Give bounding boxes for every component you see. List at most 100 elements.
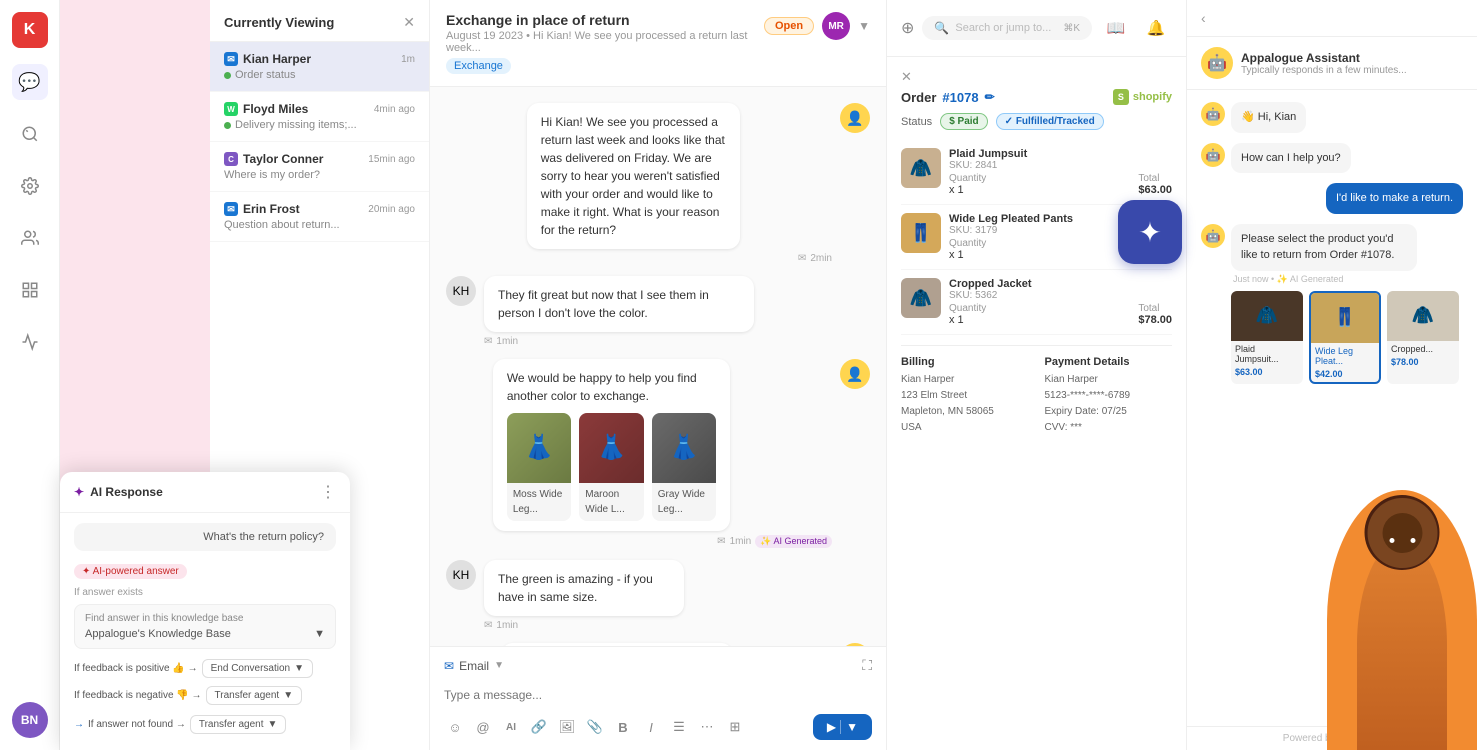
ai-write-icon[interactable]: AI [500, 716, 522, 738]
message-3: We would be happy to help you find anoth… [446, 359, 870, 548]
user-avatar[interactable]: BN [12, 702, 48, 738]
sidebar-item-settings[interactable] [12, 168, 48, 204]
conv-panel-title: Currently Viewing [224, 15, 334, 30]
back-icon[interactable]: ‹ [1201, 10, 1206, 26]
chat-messages-area: Hi Kian! We see you processed a return l… [430, 87, 886, 646]
open-status-badge: Open [764, 17, 814, 35]
app-container: K 💬 BN [0, 0, 1477, 750]
ai-bubble-select: Please select the product you'd like to … [1231, 224, 1417, 271]
conv-name-taylor: C Taylor Conner [224, 152, 323, 166]
platform-email-icon: ✉ [224, 52, 238, 66]
ai-product-pants[interactable]: 👖 Wide Leg Pleat... $42.00 [1309, 291, 1381, 384]
conv-time-kian: 1m [401, 54, 415, 65]
bold-icon[interactable]: B [612, 716, 634, 738]
not-found-action-select[interactable]: Transfer agent ▼ [190, 715, 287, 734]
positive-action-select[interactable]: End Conversation ▼ [202, 659, 313, 678]
platform-email-icon-erin: ✉ [224, 202, 238, 216]
bell-icon[interactable]: 🔔 [1140, 12, 1172, 44]
link-icon[interactable]: 🔗 [528, 716, 550, 738]
product-cards: 👗 Moss Wide Leg... 👗 Maroon Wide L... 👗 … [507, 413, 716, 521]
chat-subtitle: August 19 2023 • Hi Kian! We see you pro… [446, 30, 764, 54]
image-icon[interactable]: 🖼 [556, 716, 578, 738]
order-number[interactable]: #1078 [942, 90, 978, 105]
app-logo[interactable]: K [12, 12, 48, 48]
close-order-icon[interactable]: ✕ [901, 69, 912, 85]
conv-time-floyd: 4min ago [374, 104, 415, 115]
emoji-icon[interactable]: ☺ [444, 716, 466, 738]
search-bar[interactable]: 🔍 Search or jump to... ⌘K [922, 16, 1092, 40]
product-card-maroon[interactable]: 👗 Maroon Wide L... [579, 413, 643, 521]
ai-assistant-info: Appalogue Assistant Typically responds i… [1241, 51, 1407, 76]
msg-time-1: ✉ 2min [527, 253, 832, 264]
order-header-row: Order #1078 ✏ S shopify [901, 89, 1172, 105]
more-icon[interactable]: ⋯ [696, 716, 718, 738]
billing-col: Billing Kian Harper 123 Elm Street Maple… [901, 356, 1029, 436]
conv-item-floyd[interactable]: W Floyd Miles 4min ago Delivery missing … [210, 92, 429, 142]
mention-icon[interactable]: @ [472, 716, 494, 738]
ai-msg-user-return: I'd like to make a return. [1201, 183, 1463, 214]
sidebar-item-grid[interactable] [12, 272, 48, 308]
message-input[interactable] [444, 682, 872, 708]
channel-bar: ✉ Email ▼ ⛶ [444, 657, 872, 674]
add-icon[interactable]: ⊕ [901, 18, 914, 38]
sidebar-item-users[interactable] [12, 220, 48, 256]
ai-msg-select-product: 🤖 Please select the product you'd like t… [1201, 224, 1463, 384]
attachment-icon[interactable]: 📎 [584, 716, 606, 738]
italic-icon[interactable]: I [640, 716, 662, 738]
top-nav-icons: 📖 🔔 [1100, 12, 1172, 44]
expand-icon[interactable]: ▼ [858, 19, 870, 33]
agent-avatar-3: 👤 [840, 359, 870, 389]
fulfilled-badge: ✓ Fulfilled/Tracked [996, 113, 1104, 130]
payment-col: Payment Details Kian Harper 5123-****-**… [1045, 356, 1173, 436]
more-options-icon[interactable]: ⋮ [320, 482, 336, 502]
conv-item-erin[interactable]: ✉ Erin Frost 20min ago Question about re… [210, 192, 429, 242]
ai-bubble-help: How can I help you? [1231, 143, 1351, 174]
list-icon[interactable]: ☰ [668, 716, 690, 738]
sparkle-button[interactable]: ✦ [1118, 200, 1182, 264]
ai-sparkle-icon: ✦ [74, 485, 84, 499]
channel-selector[interactable]: ✉ Email ▼ [444, 659, 504, 673]
sidebar-item-config[interactable] [12, 324, 48, 360]
sidebar-item-chat[interactable]: 💬 [12, 64, 48, 100]
chat-toolbar: ☺ @ AI 🔗 🖼 📎 B I ☰ ⋯ ⊞ ▶ ▼ [444, 714, 872, 740]
chat-tag: Exchange [446, 58, 511, 74]
conv-item-kian[interactable]: ✉ Kian Harper 1m Order status [210, 42, 429, 92]
order-img-jumpsuit: 🧥 [901, 148, 941, 188]
conv-name-erin: ✉ Erin Frost [224, 202, 300, 216]
chat-header-left: Exchange in place of return August 19 20… [446, 12, 764, 74]
product-img-gray: 👗 [652, 413, 716, 483]
msg-bubble-2: They fit great but now that I see them i… [484, 276, 754, 332]
ai-response-content: What's the return policy? [60, 513, 350, 561]
sidebar: K 💬 BN [0, 0, 60, 750]
ai-product-img-jacket: 🧥 [1387, 291, 1459, 341]
send-button[interactable]: ▶ ▼ [813, 714, 872, 740]
edit-order-icon[interactable]: ✏ [985, 90, 995, 104]
product-card-gray[interactable]: 👗 Gray Wide Leg... [652, 413, 716, 521]
sidebar-item-search[interactable] [12, 116, 48, 152]
order-title: Order #1078 ✏ [901, 90, 995, 105]
close-conv-panel-icon[interactable]: ✕ [403, 14, 415, 31]
conv-time-erin: 20min ago [368, 204, 415, 215]
conv-item-taylor[interactable]: C Taylor Conner 15min ago Where is my or… [210, 142, 429, 192]
status-label: Status [901, 116, 932, 128]
ai-product-img-pants: 👖 [1311, 293, 1379, 343]
ai-product-jacket[interactable]: 🧥 Cropped... $78.00 [1387, 291, 1459, 384]
negative-action-select[interactable]: Transfer agent ▼ [206, 686, 303, 705]
shopify-badge: S shopify [1113, 89, 1172, 105]
msg-bubble-3: We would be happy to help you find anoth… [493, 359, 730, 531]
order-qty-price-3: Quantity x 1 Total $78.00 [949, 303, 1172, 326]
not-found-row: → If answer not found → Transfer agent ▼ [74, 709, 336, 740]
send-icon: ▶ [827, 720, 836, 734]
order-item-details-3: Cropped Jacket SKU: 5362 Quantity x 1 To… [949, 278, 1172, 326]
flow-section: If answer exists Find answer in this kno… [60, 587, 350, 750]
product-card-moss[interactable]: 👗 Moss Wide Leg... [507, 413, 571, 521]
ai-product-jumpsuit[interactable]: 🧥 Plaid Jumpsuit... $63.00 [1231, 291, 1303, 384]
book-icon[interactable]: 📖 [1100, 12, 1132, 44]
send-dropdown-icon[interactable]: ▼ [840, 720, 858, 734]
knowledge-base-select[interactable]: Appalogue's Knowledge Base ▼ [85, 628, 325, 640]
conv-name-floyd: W Floyd Miles [224, 102, 308, 116]
assignee-avatar: MR [822, 12, 850, 40]
conv-panel-header: Currently Viewing ✕ [210, 0, 429, 42]
expand-chat-icon[interactable]: ⛶ [862, 657, 872, 674]
expand-icon[interactable]: ⊞ [724, 716, 746, 738]
